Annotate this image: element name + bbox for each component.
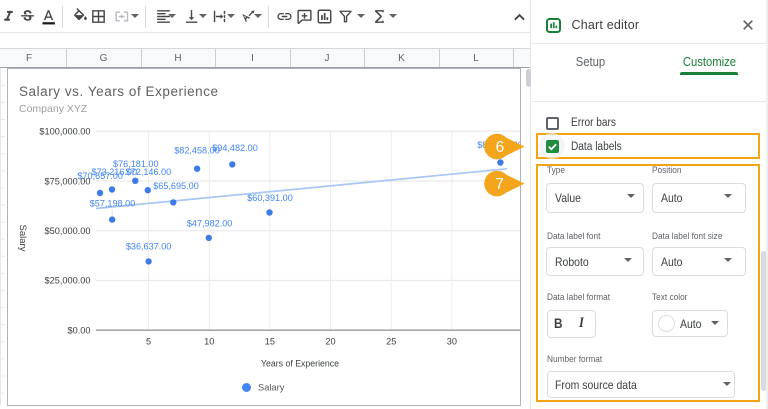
svg-text:$50,000.00: $50,000.00 <box>45 226 91 236</box>
svg-text:10: 10 <box>204 337 214 347</box>
svg-text:25: 25 <box>386 337 396 347</box>
svg-text:$57,198.00: $57,198.00 <box>90 198 136 208</box>
svg-text:$47,982.00: $47,982.00 <box>187 218 233 228</box>
svg-text:$76,181.00: $76,181.00 <box>113 159 159 169</box>
svg-text:7: 7 <box>495 176 504 193</box>
svg-text:$70,657.00: $70,657.00 <box>77 171 123 181</box>
svg-text:Company XYZ: Company XYZ <box>19 103 88 115</box>
svg-text:15: 15 <box>265 337 275 347</box>
svg-text:Salary vs. Years of Experience: Salary vs. Years of Experience <box>19 84 219 99</box>
svg-text:$65,695.00: $65,695.00 <box>153 181 199 191</box>
svg-text:$100,000.00: $100,000.00 <box>39 127 90 137</box>
svg-text:20: 20 <box>325 337 335 347</box>
svg-text:30: 30 <box>447 337 457 347</box>
svg-text:Salary: Salary <box>17 225 28 252</box>
svg-text:$25,000.00: $25,000.00 <box>45 276 91 286</box>
svg-text:$60,391.00: $60,391.00 <box>247 193 293 203</box>
svg-text:6: 6 <box>495 139 504 156</box>
svg-text:5: 5 <box>146 337 151 347</box>
svg-text:$36,637.00: $36,637.00 <box>126 242 172 252</box>
svg-text:Years of Experience: Years of Experience <box>261 359 339 369</box>
svg-text:$0.00: $0.00 <box>68 325 91 335</box>
svg-text:$94,482.00: $94,482.00 <box>212 143 258 153</box>
svg-text:Salary: Salary <box>258 383 285 393</box>
